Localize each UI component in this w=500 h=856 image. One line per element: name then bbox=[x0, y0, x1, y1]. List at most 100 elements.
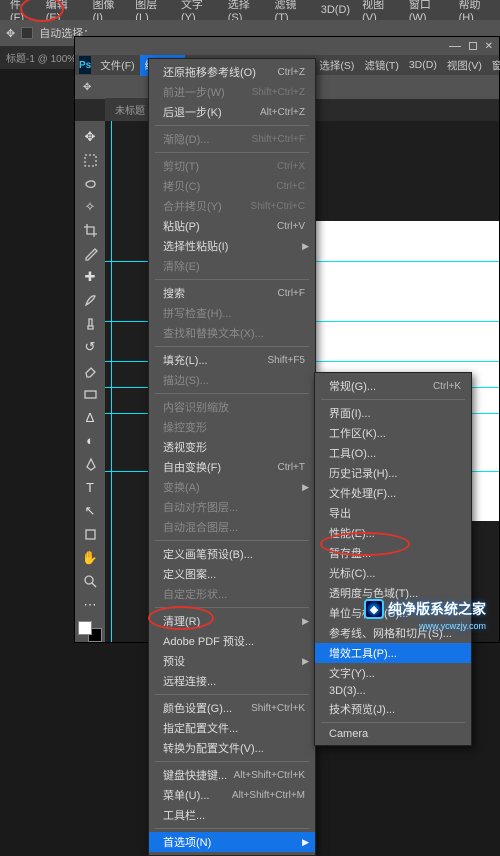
menu-item-label: 定义图案... bbox=[163, 566, 216, 582]
edit-menu-item[interactable]: 定义图案... bbox=[149, 564, 315, 584]
marquee-tool-icon[interactable] bbox=[78, 149, 102, 170]
menu-separator bbox=[155, 279, 309, 280]
inner-menu-select[interactable]: 选择(S) bbox=[314, 55, 359, 76]
menu-item-shortcut: Alt+Shift+Ctrl+K bbox=[234, 770, 305, 781]
edit-menu-item[interactable]: 透视变形 bbox=[149, 437, 315, 457]
menu-item-label: 自动对齐图层... bbox=[163, 499, 238, 515]
pref-menu-item[interactable]: 增效工具(P)... bbox=[315, 643, 471, 663]
menu-item-label: 暂存盘... bbox=[329, 545, 371, 561]
move-tool-icon[interactable]: ✥ bbox=[78, 126, 102, 147]
wand-tool-icon[interactable]: ✧ bbox=[78, 196, 102, 217]
inner-menu-window[interactable]: 窗口(W) bbox=[487, 55, 500, 76]
pref-menu-item[interactable]: 技术预览(J)... bbox=[315, 699, 471, 719]
submenu-arrow-icon: ▶ bbox=[302, 241, 309, 252]
menu-item-label: 工具栏... bbox=[163, 807, 205, 823]
crop-tool-icon[interactable] bbox=[78, 220, 102, 241]
edit-menu-item[interactable]: 还原拖移参考线(O)Ctrl+Z bbox=[149, 62, 315, 82]
pref-menu-item[interactable]: 历史记录(H)... bbox=[315, 463, 471, 483]
blur-tool-icon[interactable]: ∆ bbox=[78, 407, 102, 428]
menu-separator bbox=[155, 346, 309, 347]
menu-item-label: 工具(O)... bbox=[329, 445, 376, 461]
outer-menubar: 件(F) 编辑(E) 图像(I) 图层(L) 文字(Y) 选择(S) 滤镜(T)… bbox=[0, 0, 500, 20]
history-brush-icon[interactable]: ↺ bbox=[78, 337, 102, 358]
outer-menu-item[interactable]: 3D(D) bbox=[315, 1, 356, 19]
menu-item-label: 拼写检查(H)... bbox=[163, 305, 231, 321]
pref-menu-item[interactable]: 常规(G)...Ctrl+K bbox=[315, 376, 471, 396]
menu-separator bbox=[321, 399, 465, 400]
edit-menu-item[interactable]: 键盘快捷键...Alt+Shift+Ctrl+K bbox=[149, 765, 315, 785]
zoom-tool-icon[interactable] bbox=[78, 571, 102, 592]
more-tools-icon[interactable]: ⋯ bbox=[78, 594, 102, 615]
eyedropper-tool-icon[interactable] bbox=[78, 243, 102, 264]
edit-menu-item[interactable]: 工具栏... bbox=[149, 805, 315, 825]
move-tool-icon[interactable]: ✥ bbox=[83, 82, 91, 93]
menu-item-label: 粘贴(P) bbox=[163, 218, 200, 234]
edit-menu-item[interactable]: 填充(L)...Shift+F5 bbox=[149, 350, 315, 370]
brush-tool-icon[interactable] bbox=[78, 290, 102, 311]
menu-item-shortcut: Ctrl+X bbox=[277, 161, 305, 172]
eraser-tool-icon[interactable] bbox=[78, 360, 102, 381]
pref-menu-item[interactable]: 3D(3)... bbox=[315, 683, 471, 699]
pref-menu-item[interactable]: 光标(C)... bbox=[315, 563, 471, 583]
path-tool-icon[interactable]: ↖ bbox=[78, 501, 102, 522]
edit-menu-item[interactable]: 指定配置文件... bbox=[149, 718, 315, 738]
hand-tool-icon[interactable]: ✋ bbox=[78, 547, 102, 568]
menu-item-label: 选择性粘贴(I) bbox=[163, 238, 228, 254]
edit-menu-item[interactable]: 选择性粘贴(I) ▶ bbox=[149, 236, 315, 256]
edit-menu-item[interactable]: 定义画笔预设(B)... bbox=[149, 544, 315, 564]
menu-item-label: 透视变形 bbox=[163, 439, 207, 455]
edit-menu-item[interactable]: 粘贴(P)Ctrl+V bbox=[149, 216, 315, 236]
edit-menu-item[interactable]: 颜色设置(G)...Shift+Ctrl+K bbox=[149, 698, 315, 718]
edit-menu-item[interactable]: 菜单(U)...Alt+Shift+Ctrl+M bbox=[149, 785, 315, 805]
shape-tool-icon[interactable] bbox=[78, 524, 102, 545]
menu-item-label: 菜单(U)... bbox=[163, 787, 209, 803]
edit-menu-item[interactable]: 首选项(N)▶ bbox=[149, 832, 315, 852]
pref-menu-item[interactable]: 暂存盘... bbox=[315, 543, 471, 563]
menu-item-shortcut: Shift+Ctrl+C bbox=[251, 201, 305, 212]
pref-menu-item[interactable]: Camera bbox=[315, 726, 471, 742]
menu-item-label: 剪切(T) bbox=[163, 158, 199, 174]
dodge-tool-icon[interactable]: ◐ bbox=[78, 430, 102, 451]
submenu-arrow-icon: ▶ bbox=[302, 837, 309, 848]
move-tool-icon[interactable]: ✥ bbox=[6, 27, 15, 40]
pref-menu-item[interactable]: 界面(I)... bbox=[315, 403, 471, 423]
watermark: ◆ 纯净版系统之家 www.ycwzjy.com bbox=[364, 599, 486, 619]
inner-menu-filter[interactable]: 滤镜(T) bbox=[359, 55, 403, 76]
preferences-submenu: 常规(G)...Ctrl+K 界面(I)...工作区(K)... 工具(O)... 历… bbox=[314, 372, 472, 746]
edit-menu-item[interactable]: 自由变换(F)Ctrl+T bbox=[149, 457, 315, 477]
menu-item-label: 光标(C)... bbox=[329, 565, 375, 581]
edit-menu-item[interactable]: 搜索Ctrl+F bbox=[149, 283, 315, 303]
edit-menu-item[interactable]: 预设▶ bbox=[149, 651, 315, 671]
type-tool-icon[interactable]: T bbox=[78, 477, 102, 498]
close-icon[interactable]: ✕ bbox=[485, 41, 493, 52]
maximize-icon[interactable] bbox=[469, 42, 477, 50]
pref-menu-item[interactable]: 性能(E)... bbox=[315, 523, 471, 543]
minimize-icon[interactable] bbox=[449, 46, 461, 47]
edit-menu-item[interactable]: 后退一步(K)Alt+Ctrl+Z bbox=[149, 102, 315, 122]
edit-menu-item[interactable]: Adobe PDF 预设... bbox=[149, 631, 315, 651]
pen-tool-icon[interactable] bbox=[78, 454, 102, 475]
menu-item-label: 转换为配置文件(V)... bbox=[163, 740, 264, 756]
heal-tool-icon[interactable]: ✚ bbox=[78, 266, 102, 287]
lasso-tool-icon[interactable] bbox=[78, 173, 102, 194]
pref-menu-item[interactable]: 工具(O)... bbox=[315, 443, 471, 463]
guide-vertical[interactable] bbox=[111, 121, 112, 642]
inner-menu-file[interactable]: 文件(F) bbox=[95, 55, 139, 76]
edit-menu-item: 描边(S)... bbox=[149, 370, 315, 390]
edit-menu-item[interactable]: 清理(R)▶ bbox=[149, 611, 315, 631]
photoshop-logo[interactable]: Ps bbox=[79, 56, 91, 74]
inner-menu-view[interactable]: 视图(V) bbox=[442, 55, 487, 76]
pref-menu-item[interactable]: 导出 bbox=[315, 503, 471, 523]
gradient-tool-icon[interactable] bbox=[78, 383, 102, 404]
inner-menu-3d[interactable]: 3D(D) bbox=[404, 56, 442, 74]
auto-select-checkbox[interactable] bbox=[21, 27, 33, 39]
menu-item-label: 渐隐(D)... bbox=[163, 131, 209, 147]
menu-item-shortcut: Shift+Ctrl+K bbox=[251, 703, 305, 714]
pref-menu-item[interactable]: 文字(Y)... bbox=[315, 663, 471, 683]
edit-menu-item[interactable]: 远程连接... bbox=[149, 671, 315, 691]
pref-menu-item[interactable]: 文件处理(F)... bbox=[315, 483, 471, 503]
edit-menu-item[interactable]: 转换为配置文件(V)... bbox=[149, 738, 315, 758]
pref-menu-item[interactable]: 工作区(K)... bbox=[315, 423, 471, 443]
stamp-tool-icon[interactable] bbox=[78, 313, 102, 334]
color-swatches[interactable] bbox=[78, 621, 102, 642]
